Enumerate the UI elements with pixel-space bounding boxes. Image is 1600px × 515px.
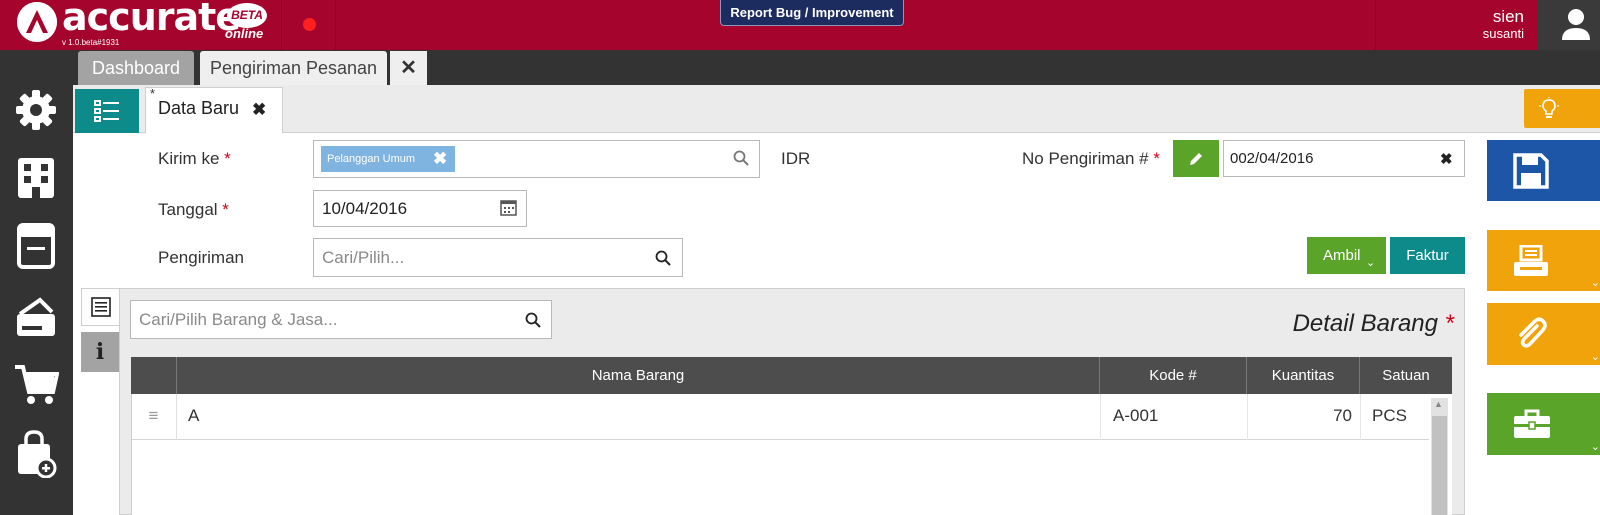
paperclip-icon: [1519, 317, 1547, 348]
grid-header: Nama Barang Kode # Kuantitas Satuan: [131, 357, 1452, 394]
tips-button[interactable]: [1524, 89, 1600, 128]
drag-column-header: [131, 357, 177, 394]
lightbulb-icon: [1539, 96, 1559, 118]
column-header-kode[interactable]: Kode #: [1100, 357, 1247, 394]
online-label: online: [225, 26, 264, 41]
print-button[interactable]: ⌄: [1487, 230, 1600, 291]
building-icon[interactable]: [10, 152, 62, 204]
user-avatar-icon[interactable]: [1538, 0, 1600, 50]
status-dot-icon: [303, 18, 316, 31]
edit-number-button[interactable]: [1173, 140, 1219, 177]
column-header-kuantitas[interactable]: Kuantitas: [1247, 357, 1360, 394]
cart-icon[interactable]: [10, 358, 62, 410]
calendar-icon[interactable]: [500, 199, 517, 221]
chevron-down-icon: ⌄: [1590, 277, 1600, 289]
cell-kuantitas[interactable]: 70: [1247, 394, 1360, 440]
modified-marker: *: [150, 86, 156, 101]
chevron-down-icon: ⌄: [1590, 351, 1600, 363]
pengiriman-field[interactable]: [313, 238, 683, 277]
toolbox-icon: [1514, 409, 1550, 438]
currency-label: IDR: [781, 149, 811, 168]
tab-data-baru-label: Data Baru: [158, 98, 240, 118]
scroll-up-icon[interactable]: ▲: [1434, 399, 1443, 409]
chevron-down-icon: ⌄: [1590, 441, 1600, 453]
pencil-icon: [1190, 152, 1202, 165]
gear-icon[interactable]: [10, 84, 62, 136]
no-pengiriman-label: No Pengiriman # *: [1022, 149, 1160, 168]
column-header-satuan[interactable]: Satuan: [1360, 357, 1452, 394]
info-icon[interactable]: i: [81, 332, 119, 372]
pengiriman-input[interactable]: [314, 239, 614, 276]
payment-card-icon[interactable]: [10, 292, 62, 344]
barang-search-input[interactable]: [131, 301, 431, 338]
bag-add-icon[interactable]: [10, 428, 62, 480]
search-icon[interactable]: [525, 312, 541, 333]
attachment-button[interactable]: ⌄: [1487, 303, 1600, 365]
cell-nama-barang[interactable]: A: [188, 394, 199, 440]
beta-badge: BETA: [227, 3, 267, 28]
tools-button[interactable]: ⌄: [1487, 393, 1600, 455]
chevron-down-icon: ⌄: [1366, 257, 1376, 269]
user-last-name[interactable]: susanti: [1440, 26, 1524, 41]
faktur-button[interactable]: Faktur: [1390, 237, 1465, 274]
close-tab-icon[interactable]: ✕: [390, 51, 427, 85]
tab-pengiriman-pesanan[interactable]: Pengiriman Pesanan: [200, 51, 387, 85]
version-label: v 1.0.beta#1931: [62, 38, 120, 47]
barang-search-field[interactable]: [130, 300, 552, 339]
sub-header: [73, 85, 1600, 133]
save-button[interactable]: [1487, 140, 1600, 201]
remove-chip-icon[interactable]: ✖: [433, 146, 447, 172]
search-icon[interactable]: [733, 150, 749, 171]
drag-handle-icon[interactable]: ≡: [131, 394, 177, 440]
report-bug-button[interactable]: Report Bug / Improvement: [720, 0, 904, 26]
user-first-name[interactable]: sien: [1440, 7, 1524, 27]
document-list-icon: [90, 297, 111, 317]
tab-dashboard[interactable]: Dashboard: [78, 51, 194, 85]
list-view-button[interactable]: [75, 89, 139, 133]
scrollbar-thumb[interactable]: [1432, 416, 1447, 515]
no-pengiriman-field[interactable]: 002/04/2016: [1223, 140, 1465, 177]
detail-list-tab[interactable]: [81, 288, 119, 326]
column-header-nama-barang[interactable]: Nama Barang: [177, 357, 1100, 394]
tanggal-label: Tanggal *: [158, 200, 229, 219]
clear-icon[interactable]: ✖: [1440, 150, 1453, 168]
list-icon: [94, 100, 119, 122]
close-icon[interactable]: ✖: [252, 100, 266, 120]
detail-barang-title: Detail Barang *: [1292, 310, 1454, 337]
search-icon[interactable]: [655, 250, 671, 271]
table-row[interactable]: ≡ A A-001 70 PCS: [131, 394, 1429, 440]
pengiriman-label: Pengiriman: [158, 248, 244, 267]
kirim-ke-label: Kirim ke *: [158, 149, 231, 168]
cell-kode[interactable]: A-001: [1100, 394, 1247, 440]
print-icon: [1514, 244, 1548, 276]
divider: [1375, 0, 1376, 50]
save-icon: [1513, 152, 1549, 189]
logo-icon: [17, 2, 57, 42]
ledger-icon[interactable]: [10, 220, 62, 272]
brand-name: accurate: [62, 0, 241, 39]
tanggal-field[interactable]: 10/04/2016: [313, 190, 527, 227]
cell-satuan[interactable]: PCS: [1360, 394, 1429, 440]
